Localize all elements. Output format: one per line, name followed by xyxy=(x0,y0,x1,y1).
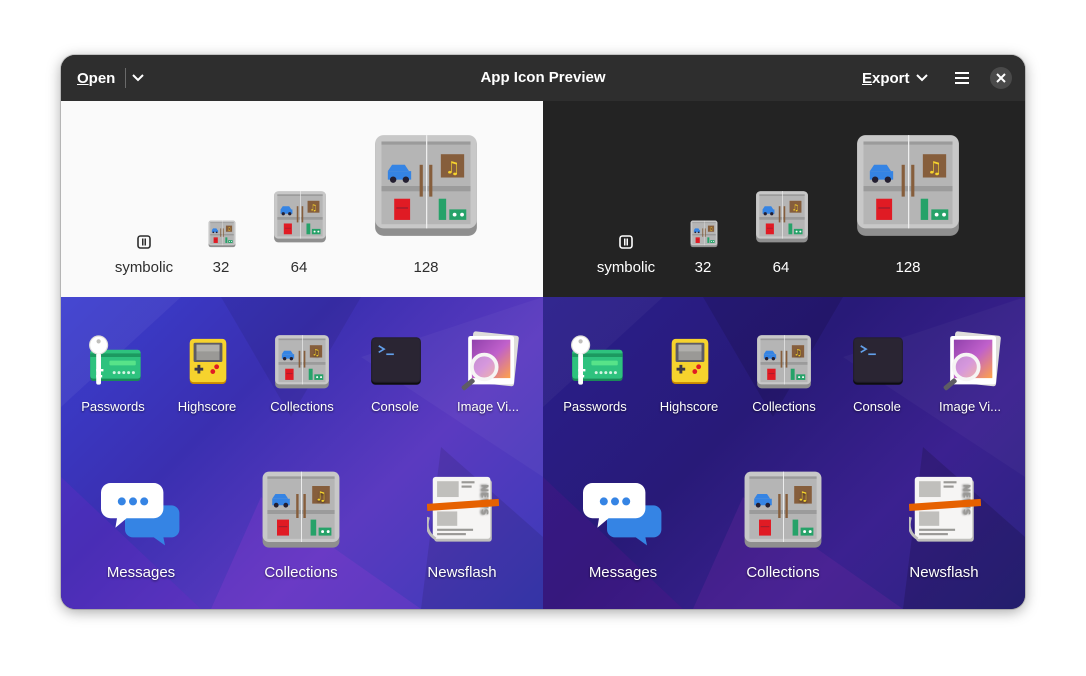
size-label-128: 128 xyxy=(895,259,921,276)
label-console: Console xyxy=(853,399,901,414)
label-collections-large: Collections xyxy=(264,564,338,581)
hamburger-menu-icon xyxy=(955,72,969,84)
collections-icon[interactable] xyxy=(261,469,341,551)
main-menu-button[interactable] xyxy=(947,63,977,93)
label-image-viewer: Image Vi... xyxy=(457,399,519,414)
collections-icon xyxy=(208,220,236,248)
messages-icon[interactable] xyxy=(95,475,187,555)
collections-icon[interactable] xyxy=(743,469,823,551)
newsflash-icon[interactable] xyxy=(427,467,499,553)
size-label-64: 64 xyxy=(772,259,790,276)
label-newsflash: Newsflash xyxy=(909,564,979,581)
collections-icon[interactable] xyxy=(274,334,330,390)
close-button[interactable] xyxy=(990,67,1012,89)
collections-icon xyxy=(855,133,961,239)
label-newsflash: Newsflash xyxy=(427,564,497,581)
headerbar: Open App Icon Preview Export xyxy=(61,55,1025,102)
open-label: pen xyxy=(88,69,116,87)
console-icon[interactable] xyxy=(851,334,905,388)
size-label-symbolic: symbolic xyxy=(114,259,174,276)
image-viewer-icon[interactable] xyxy=(457,331,519,393)
collections-icon xyxy=(690,220,718,248)
label-image-viewer: Image Vi... xyxy=(939,399,1001,414)
chevron-down-icon xyxy=(132,74,145,82)
collections-icon xyxy=(373,133,479,239)
label-collections: Collections xyxy=(752,399,816,414)
open-recent-dropdown[interactable] xyxy=(128,63,148,93)
label-collections-large: Collections xyxy=(746,564,820,581)
export-label: Export xyxy=(854,70,916,87)
chevron-down-icon xyxy=(915,74,928,82)
highscore-icon[interactable] xyxy=(666,333,714,389)
image-viewer-icon[interactable] xyxy=(939,331,1001,393)
light-showcase: Passwords Highscore Collections Console … xyxy=(61,297,543,609)
symbolic-icon xyxy=(137,235,151,249)
dark-showcase: Passwords Highscore Collections Console … xyxy=(543,297,1025,609)
open-button[interactable]: Open xyxy=(69,70,123,87)
open-separator xyxy=(125,68,127,88)
console-icon[interactable] xyxy=(369,334,423,388)
label-messages: Messages xyxy=(588,564,658,581)
open-split-button: Open xyxy=(69,63,148,93)
dark-size-preview: symbolic 32 64 128 xyxy=(543,101,1025,297)
open-mnemonic: O xyxy=(77,69,89,87)
close-icon xyxy=(996,73,1006,83)
label-highscore: Highscore xyxy=(659,399,719,414)
highscore-icon[interactable] xyxy=(184,333,232,389)
size-label-64: 64 xyxy=(290,259,308,276)
symbolic-icon xyxy=(619,235,633,249)
size-label-32: 32 xyxy=(694,259,712,276)
label-messages: Messages xyxy=(106,564,176,581)
size-label-symbolic: symbolic xyxy=(596,259,656,276)
newsflash-icon[interactable] xyxy=(909,467,981,553)
label-collections: Collections xyxy=(270,399,334,414)
size-label-32: 32 xyxy=(212,259,230,276)
size-label-128: 128 xyxy=(413,259,439,276)
export-menu-button[interactable]: Export xyxy=(854,63,928,93)
label-console: Console xyxy=(371,399,419,414)
label-highscore: Highscore xyxy=(177,399,237,414)
passwords-icon[interactable] xyxy=(565,333,625,393)
collections-icon xyxy=(273,190,327,244)
light-size-preview: symbolic 32 64 128 xyxy=(61,101,543,297)
label-passwords: Passwords xyxy=(563,399,627,414)
app-window: Open App Icon Preview Export symbolic 32… xyxy=(61,55,1025,609)
collections-icon[interactable] xyxy=(756,334,812,390)
passwords-icon[interactable] xyxy=(83,333,143,393)
export-label-rest: xport xyxy=(872,69,910,87)
label-passwords: Passwords xyxy=(81,399,145,414)
messages-icon[interactable] xyxy=(577,475,669,555)
collections-icon xyxy=(755,190,809,244)
export-mnemonic: E xyxy=(862,69,873,87)
